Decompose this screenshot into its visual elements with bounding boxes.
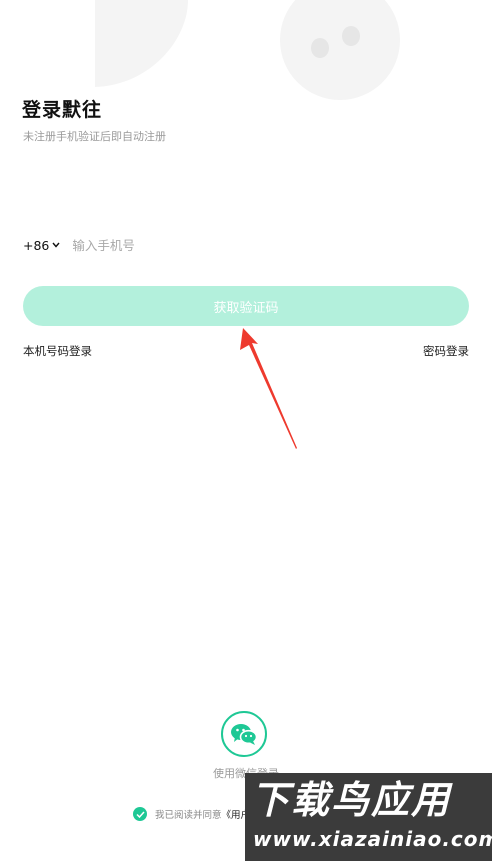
page-subtitle: 未注册手机验证后即自动注册: [23, 130, 166, 143]
country-code-label: +86: [23, 237, 50, 253]
agreement-text: 我已阅读并同意: [155, 810, 222, 821]
annotation-arrow-shape: [240, 328, 297, 449]
deco-shape-left: [95, 0, 188, 87]
chevron-down-icon: [52, 242, 60, 248]
watermark-title: 下载鸟应用: [251, 778, 452, 822]
watermark: 下载鸟应用 www.xiazainiao.com: [245, 773, 492, 861]
wechat-icon: [231, 724, 258, 745]
phone-input-row: +86: [23, 234, 469, 256]
phone-number-input[interactable]: [72, 237, 433, 253]
checkmark-icon: [135, 810, 145, 818]
deco-face-circle: [280, 0, 400, 100]
agreement-checkbox[interactable]: [133, 807, 147, 821]
country-code-selector[interactable]: +86: [23, 238, 60, 253]
deco-face-eye-right: [342, 26, 360, 46]
deco-face-eye-left: [311, 38, 329, 58]
local-number-login-link[interactable]: 本机号码登录: [23, 343, 92, 359]
wechat-login-button[interactable]: [221, 711, 267, 757]
password-login-link[interactable]: 密码登录: [423, 343, 469, 359]
page-title: 登录默往: [22, 99, 103, 121]
watermark-url: www.xiazainiao.com: [253, 827, 492, 851]
agreement-row: 我已阅读并同意 《用户: [133, 807, 250, 821]
get-code-button[interactable]: 获取验证码: [23, 286, 469, 326]
